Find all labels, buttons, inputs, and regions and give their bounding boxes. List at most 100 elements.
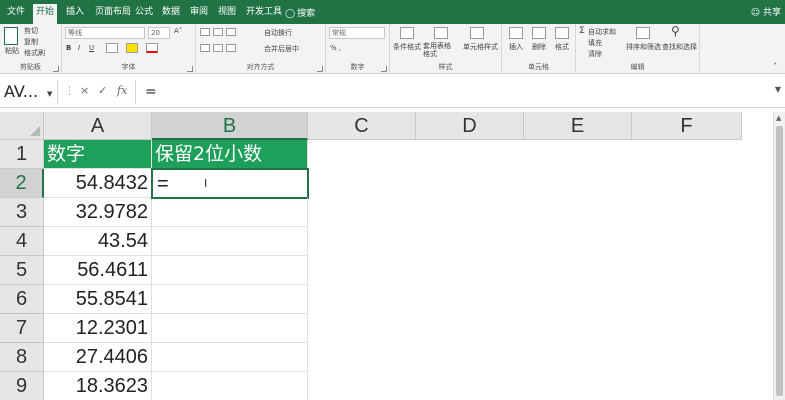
row-header-1[interactable]: 1 (0, 140, 44, 169)
font-color-icon[interactable] (146, 43, 158, 53)
delete-cells-button[interactable]: 删除 (532, 42, 546, 52)
tab-file[interactable]: 文件 (4, 5, 28, 22)
align-left-icon[interactable] (200, 44, 210, 52)
cell-b7[interactable] (152, 314, 308, 343)
tab-review[interactable]: 审阅 (187, 5, 211, 22)
copy-button[interactable]: 复制 (24, 37, 38, 47)
select-all-corner[interactable] (0, 112, 44, 140)
cell-a9[interactable]: 18.3623 (44, 372, 152, 400)
column-header-f[interactable]: F (632, 112, 742, 140)
wrap-text-button[interactable]: 自动换行 (264, 28, 292, 38)
clear-button[interactable]: 清除 (588, 49, 602, 59)
formula-input[interactable]: = (135, 80, 775, 104)
sort-filter-icon[interactable] (636, 27, 650, 39)
align-bottom-icon[interactable] (226, 28, 236, 36)
format-table-icon[interactable] (434, 27, 448, 39)
align-right-icon[interactable] (226, 44, 236, 52)
tab-view[interactable]: 视图 (215, 5, 239, 22)
number-format-select[interactable]: 常规 (329, 27, 385, 39)
row-header-7[interactable]: 7 (0, 314, 44, 343)
font-grow-icon[interactable]: A˄ (174, 27, 182, 35)
cell-a5[interactable]: 56.4611 (44, 256, 152, 285)
cell-a8[interactable]: 27.4406 (44, 343, 152, 372)
tab-home[interactable]: 开始 (33, 4, 58, 24)
cancel-icon[interactable]: × (80, 85, 89, 97)
cell-a7[interactable]: 12.2301 (44, 314, 152, 343)
percent-icon[interactable]: % , (330, 44, 341, 52)
cell-a1[interactable]: 数字 (44, 140, 152, 169)
vertical-scrollbar[interactable]: ▲ (773, 112, 785, 400)
autosum-button[interactable]: 自动求和 (588, 27, 616, 37)
insert-cells-icon[interactable] (509, 27, 523, 39)
tell-me-search[interactable]: ◯ 搜索 (282, 5, 318, 22)
cell-styles-icon[interactable] (470, 27, 484, 39)
merge-center-button[interactable]: 合并后居中 (264, 44, 299, 54)
name-box-dropdown-icon[interactable]: ▼ (47, 90, 52, 98)
cut-button[interactable]: 剪切 (24, 26, 38, 36)
paste-icon[interactable] (4, 27, 18, 45)
find-select-button[interactable]: 查找和选择 (662, 42, 697, 52)
column-header-d[interactable]: D (416, 112, 524, 140)
font-size-select[interactable]: 20 (148, 27, 170, 39)
insert-function-icon[interactable]: fx (117, 85, 127, 97)
align-top-icon[interactable] (200, 28, 210, 36)
cell-b4[interactable] (152, 227, 308, 256)
tab-formulas[interactable]: 公式 (132, 5, 156, 22)
border-icon[interactable] (106, 43, 118, 53)
row-header-8[interactable]: 8 (0, 343, 44, 372)
column-header-c[interactable]: C (308, 112, 416, 140)
cell-b9[interactable] (152, 372, 308, 400)
cell-a6[interactable]: 55.8541 (44, 285, 152, 314)
row-header-3[interactable]: 3 (0, 198, 44, 227)
cell-a2[interactable]: 54.8432 (44, 169, 152, 198)
cell-b3[interactable] (152, 198, 308, 227)
scroll-thumb[interactable] (776, 126, 783, 396)
italic-button[interactable]: I (78, 44, 80, 52)
tab-developer[interactable]: 开发工具 (243, 5, 285, 22)
delete-cells-icon[interactable] (532, 27, 546, 39)
bold-button[interactable]: B (66, 44, 71, 52)
fill-button[interactable]: 填充 (588, 38, 602, 48)
fill-color-icon[interactable] (126, 43, 138, 53)
insert-cells-button[interactable]: 插入 (509, 42, 523, 52)
number-launcher-icon[interactable] (381, 66, 387, 72)
sort-filter-button[interactable]: 排序和筛选 (626, 42, 661, 52)
column-header-a[interactable]: A (44, 112, 152, 140)
autosum-icon[interactable]: Σ (579, 26, 585, 36)
format-painter-button[interactable]: 格式刷 (24, 48, 45, 58)
paste-button[interactable]: 粘贴 (5, 46, 19, 56)
cell-b8[interactable] (152, 343, 308, 372)
magnifier-icon[interactable]: ⚲ (671, 24, 680, 38)
format-cells-button[interactable]: 格式 (555, 42, 569, 52)
row-header-6[interactable]: 6 (0, 285, 44, 314)
conditional-format-button[interactable]: 条件格式 (393, 42, 421, 52)
expand-formula-bar-icon[interactable]: ▼ (775, 85, 781, 94)
font-launcher-icon[interactable] (187, 66, 193, 72)
conditional-format-icon[interactable] (400, 27, 414, 39)
worksheet-grid[interactable]: A B C D E F 1 2 3 4 5 6 7 8 9 数字 保留2位小数 … (0, 112, 773, 400)
cell-a4[interactable]: 43.54 (44, 227, 152, 256)
format-cells-icon[interactable] (555, 27, 569, 39)
cell-b2-active[interactable]: = (151, 168, 309, 199)
cell-a3[interactable]: 32.9782 (44, 198, 152, 227)
scroll-up-icon[interactable]: ▲ (776, 114, 781, 122)
font-name-select[interactable]: 等线 (65, 27, 145, 39)
cell-b1[interactable]: 保留2位小数 (152, 140, 308, 169)
cell-styles-button[interactable]: 单元格样式 (463, 42, 498, 52)
align-middle-icon[interactable] (213, 28, 223, 36)
row-header-9[interactable]: 9 (0, 372, 44, 400)
collapse-ribbon-icon[interactable]: ˄ (773, 62, 777, 71)
tab-page-layout[interactable]: 页面布局 (92, 5, 134, 22)
enter-icon[interactable]: ✓ (98, 85, 107, 97)
row-header-5[interactable]: 5 (0, 256, 44, 285)
cell-b6[interactable] (152, 285, 308, 314)
clipboard-launcher-icon[interactable] (53, 66, 59, 72)
underline-button[interactable]: U (89, 44, 94, 52)
row-header-4[interactable]: 4 (0, 227, 44, 256)
row-header-2[interactable]: 2 (0, 169, 44, 198)
format-table-button[interactable]: 套用表格格式 (423, 42, 457, 58)
share-button[interactable]: ☺ 共享 (751, 5, 781, 18)
tab-data[interactable]: 数据 (159, 5, 183, 22)
alignment-launcher-icon[interactable] (317, 66, 323, 72)
cell-b5[interactable] (152, 256, 308, 285)
